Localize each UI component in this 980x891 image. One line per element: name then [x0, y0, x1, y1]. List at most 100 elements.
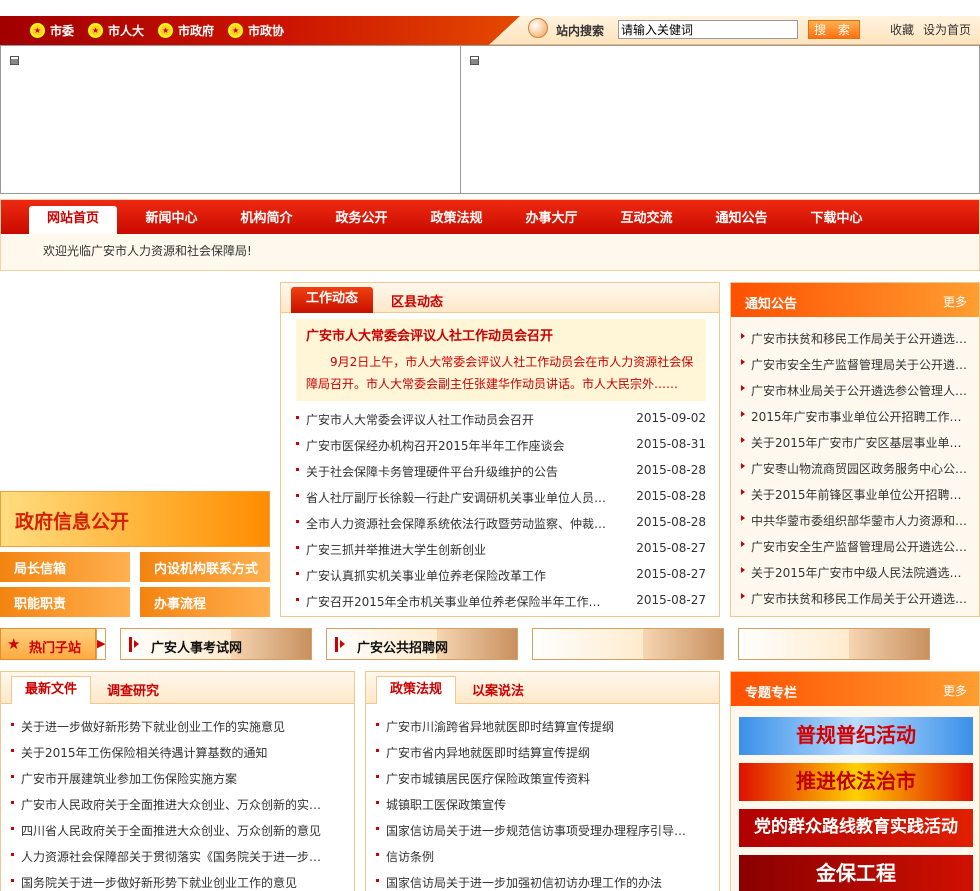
- top-link-label: 市政府: [178, 24, 215, 38]
- policy-item[interactable]: 广安市城镇居民医疗保险政策宣传资料: [376, 768, 696, 788]
- director-mailbox-button[interactable]: 局长信箱: [0, 552, 130, 582]
- notice-item[interactable]: 广安市安全生产监督管理局关于公开遴选公务员的公告: [741, 354, 971, 374]
- news-item[interactable]: 关于社会保障卡务管理硬件平台升级维护的公告 2015-08-28: [296, 461, 706, 481]
- tab-work-news[interactable]: 工作动态: [291, 287, 373, 313]
- notice-item[interactable]: 关于2015年广安市中级人民法院遴选公务员的公告: [741, 562, 971, 582]
- banner-rules-campaign[interactable]: 普规普纪活动: [739, 717, 973, 755]
- notice-item[interactable]: 广安市扶贫和移民工作局关于公开遴选公务员的公告: [741, 328, 971, 348]
- site-thumbnail: [643, 629, 723, 659]
- nav-interaction[interactable]: 互动交流: [599, 206, 694, 234]
- nav-about[interactable]: 机构简介: [219, 206, 314, 234]
- banner-golden-insurance[interactable]: 金保工程: [739, 855, 973, 891]
- notice-item[interactable]: 广安市安全生产监督管理局公开遴选公务员公告: [741, 536, 971, 556]
- news-title: 广安市人大常委会评议人社工作动员会召开: [306, 413, 535, 427]
- top-link-party[interactable]: ★ 市委: [30, 22, 74, 39]
- functions-button[interactable]: 职能职责: [0, 587, 130, 617]
- tab-policy[interactable]: 政策法规: [376, 676, 456, 704]
- nav-home[interactable]: 网站首页: [29, 206, 117, 234]
- notice-item[interactable]: 关于2015年广安市广安区基层事业单位招聘的公告: [741, 432, 971, 452]
- notice-item-text: 广安市扶贫和移民工作局关于公开遴选的公告: [751, 592, 971, 606]
- policy-item[interactable]: 广安市省内异地就医即时结算宣传提纲: [376, 742, 696, 762]
- news-item[interactable]: 广安市人大常委会评议人社工作动员会召开 2015-09-02: [296, 409, 706, 429]
- nav-gov-affairs[interactable]: 政务公开: [314, 206, 409, 234]
- bullet-icon: [376, 801, 379, 804]
- headline-summary: 9月2日上午，市人大常委会评议人社工作动员会在市人力资源社会保障局召开。市人大常…: [306, 355, 694, 391]
- welcome-text: 欢迎光临广安市人力资源和社会保障局!: [43, 244, 252, 258]
- arrow-icon: [741, 541, 745, 547]
- news-item[interactable]: 全市人力资源社会保障系统依法行政暨劳动监察、仲裁工作会议 2015-08-28: [296, 513, 706, 533]
- set-home-link[interactable]: 设为首页: [923, 21, 971, 38]
- top-link-congress[interactable]: ★ 市人大: [88, 22, 144, 39]
- notice-more-link[interactable]: 更多: [943, 293, 967, 310]
- arrow-icon: [741, 463, 745, 469]
- search-button[interactable]: 搜 索: [808, 20, 860, 39]
- notice-item-text: 广安市扶贫和移民工作局关于公开遴选公务员的公告: [751, 332, 971, 346]
- nav-news[interactable]: 新闻中心: [124, 206, 219, 234]
- tab-research[interactable]: 调查研究: [107, 680, 159, 699]
- news-item[interactable]: 省人社厅副厅长徐毅一行赴广安调研机关事业单位人员养老保险 2015-08-28: [296, 487, 706, 507]
- banner-rule-of-law[interactable]: 推进依法治市: [739, 763, 973, 801]
- play-icon: [340, 640, 345, 648]
- top-link-cppcc[interactable]: ★ 市政协: [228, 22, 284, 39]
- site-public-recruit[interactable]: 广安公共招聘网: [326, 628, 518, 660]
- gov-info-banner[interactable]: 政府信息公开: [0, 491, 270, 547]
- arrow-icon: [741, 489, 745, 495]
- headline-title[interactable]: 广安市人大常委会评议人社工作动员会召开: [306, 325, 553, 344]
- favorite-link[interactable]: 收藏: [890, 21, 914, 38]
- arrow-icon: [741, 593, 745, 599]
- policy-item[interactable]: 信访条例: [376, 846, 696, 866]
- news-item[interactable]: 广安三抓并举推进大学生创新创业 2015-08-27: [296, 539, 706, 559]
- nav-downloads[interactable]: 下载中心: [789, 206, 884, 234]
- bullet-icon: [296, 416, 299, 419]
- star-icon: ★: [7, 635, 21, 653]
- procedures-button[interactable]: 办事流程: [140, 587, 270, 617]
- arrow-icon: [741, 567, 745, 573]
- news-item[interactable]: 广安认真抓实机关事业单位养老保险改革工作 2015-08-27: [296, 565, 706, 585]
- arrow-icon: [741, 359, 745, 365]
- site-thumbnail: [849, 629, 929, 659]
- policy-item[interactable]: 广安市川渝跨省异地就医即时结算宣传提纲: [376, 716, 696, 736]
- special-more-link[interactable]: 更多: [943, 682, 967, 699]
- scroll-left-icon[interactable]: ▶: [96, 628, 106, 660]
- news-date: 2015-08-27: [636, 541, 706, 555]
- notice-item[interactable]: 关于2015年前锋区事业单位公开招聘的公告: [741, 484, 971, 504]
- notice-item[interactable]: 2015年广安市事业单位公开招聘工作人员公告: [741, 406, 971, 426]
- file-item[interactable]: 关于2015年工伤保险相关待遇计算基数的通知: [11, 742, 331, 762]
- top-link-government[interactable]: ★ 市政府: [158, 22, 214, 39]
- policy-title: 城镇职工医保政策宣传: [386, 798, 507, 812]
- tab-latest-files[interactable]: 最新文件: [11, 676, 91, 704]
- banner-mass-line[interactable]: 党的群众路线教育实践活动: [739, 809, 973, 847]
- file-item[interactable]: 国务院关于进一步做好新形势下就业创业工作的意见: [11, 872, 331, 891]
- departments-contact-button[interactable]: 内设机构联系方式: [140, 552, 270, 582]
- notice-item[interactable]: 广安枣山物流商贸园区政务服务中心公开招聘: [741, 458, 971, 478]
- top-link-label: 市政协: [248, 24, 285, 38]
- file-item[interactable]: 四川省人民政府关于全面推进大众创业、万众创新的意见: [11, 820, 331, 840]
- news-title: 省人社厅副厅长徐毅一行赴广安调研机关事业单位人员养老保险: [306, 491, 611, 505]
- file-title: 四川省人民政府关于全面推进大众创业、万众创新的意见: [21, 824, 322, 838]
- site-blank[interactable]: [532, 628, 724, 660]
- news-date: 2015-08-28: [636, 489, 706, 503]
- nav-notices[interactable]: 通知公告: [694, 206, 789, 234]
- file-item[interactable]: 广安市人民政府关于全面推进大众创业、万众创新的实施意见: [11, 794, 331, 814]
- file-item[interactable]: 关于进一步做好新形势下就业创业工作的实施意见: [11, 716, 331, 736]
- bullet-icon: [11, 879, 14, 882]
- search-input[interactable]: [618, 20, 798, 39]
- site-blank[interactable]: [738, 628, 930, 660]
- policy-item[interactable]: 国家信访局关于进一步规范信访事项受理办理程序引导来访人依法逐级走访的办法: [376, 820, 696, 840]
- news-item[interactable]: 广安召开2015年全市机关事业单位养老保险半年工作会议 2015-08-27: [296, 591, 706, 611]
- nav-policy[interactable]: 政策法规: [409, 206, 504, 234]
- top-link-label: 市人大: [108, 24, 145, 38]
- tab-cases[interactable]: 以案说法: [472, 680, 524, 699]
- file-item[interactable]: 广安市开展建筑业参加工伤保险实施方案: [11, 768, 331, 788]
- nav-service-hall[interactable]: 办事大厅: [504, 206, 599, 234]
- notice-item[interactable]: 广安市扶贫和移民工作局关于公开遴选的公告: [741, 588, 971, 608]
- news-title: 关于社会保障卡务管理硬件平台升级维护的公告: [306, 465, 559, 479]
- notice-item[interactable]: 中共华蓥市委组织部华蓥市人力资源和社会保障局公告: [741, 510, 971, 530]
- site-personnel-exam[interactable]: 广安人事考试网: [120, 628, 312, 660]
- tab-county-news[interactable]: 区县动态: [391, 291, 443, 310]
- policy-item[interactable]: 城镇职工医保政策宣传: [376, 794, 696, 814]
- notice-item[interactable]: 广安市林业局关于公开遴选参公管理人员的公告: [741, 380, 971, 400]
- file-item[interactable]: 人力资源社会保障部关于贯彻落实《国务院关于进一步做好新形势下就业创业工作的意见》…: [11, 846, 331, 866]
- policy-item[interactable]: 国家信访局关于进一步加强初信初访办理工作的办法: [376, 872, 696, 891]
- news-item[interactable]: 广安市医保经办机构召开2015年半年工作座谈会 2015-08-31: [296, 435, 706, 455]
